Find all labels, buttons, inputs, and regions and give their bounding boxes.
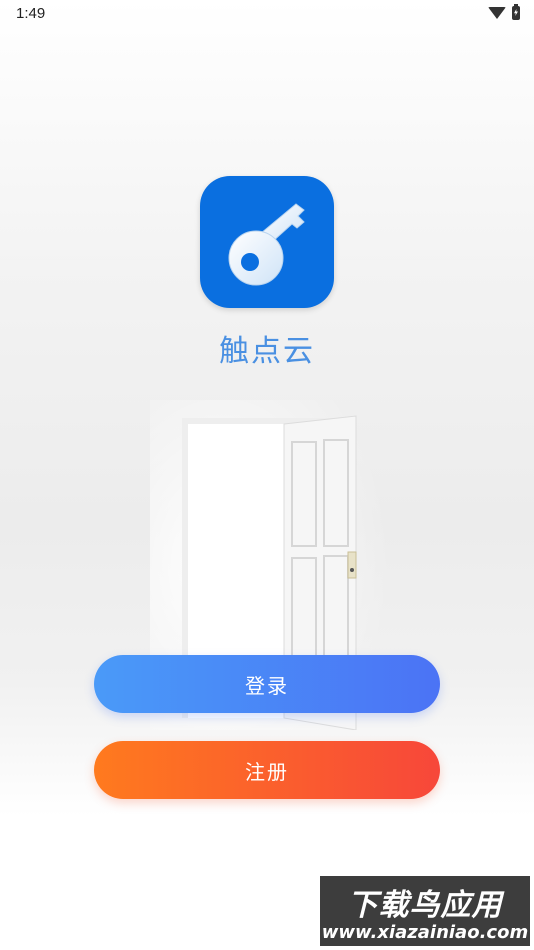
battery-icon [512,4,520,20]
key-icon [228,203,305,286]
app-name: 触点云 [219,334,315,369]
watermark: 下载鸟应用 www.xiazainiao.com [320,876,530,946]
watermark-title: 下载鸟应用 [347,888,503,923]
app-logo [200,176,334,308]
status-icons [488,4,520,20]
login-button[interactable]: 登录 [94,655,440,713]
register-button[interactable]: 注册 [94,741,440,799]
watermark-url: www.xiazainiao.com [321,922,529,943]
wifi-icon [488,7,506,19]
status-time: 1:49 [16,5,46,22]
status-bar: 1:49 [0,0,534,28]
